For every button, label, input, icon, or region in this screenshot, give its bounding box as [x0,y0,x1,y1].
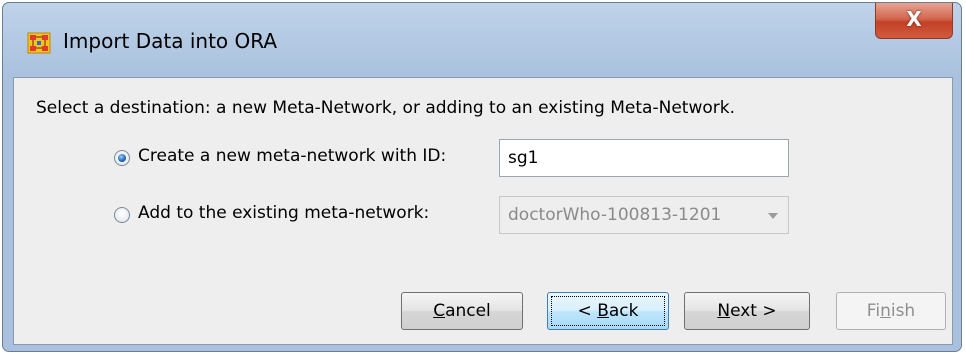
next-label: Next > [717,301,777,321]
cancel-label: Cancel [433,301,491,321]
chevron-down-icon [768,213,778,219]
existing-network-value: doctorWho-100813-1201 [508,205,722,225]
add-existing-label[interactable]: Add to the existing meta-network: [138,203,429,223]
finish-button: Finish [836,292,946,330]
instruction-text: Select a destination: a new Meta-Network… [36,98,735,118]
existing-network-select[interactable]: doctorWho-100813-1201 [499,196,789,234]
cancel-button[interactable]: Cancel [401,292,523,330]
close-icon: X [906,7,922,31]
dialog-content: Select a destination: a new Meta-Network… [13,77,953,345]
close-button[interactable]: X [875,3,953,39]
import-dialog: Import Data into ORA X Select a destinat… [2,2,962,352]
ora-grid-icon [27,32,51,54]
add-existing-radio[interactable] [114,207,130,223]
window-title: Import Data into ORA [63,29,278,53]
create-new-radio[interactable] [114,150,130,166]
finish-label: Finish [866,301,916,321]
next-button[interactable]: Next > [684,292,810,330]
title-bar[interactable]: Import Data into ORA X [3,3,961,77]
back-label: < Back [577,301,639,321]
create-new-label[interactable]: Create a new meta-network with ID: [138,146,446,166]
back-button[interactable]: < Back [547,292,669,330]
meta-network-id-input[interactable] [499,139,789,177]
